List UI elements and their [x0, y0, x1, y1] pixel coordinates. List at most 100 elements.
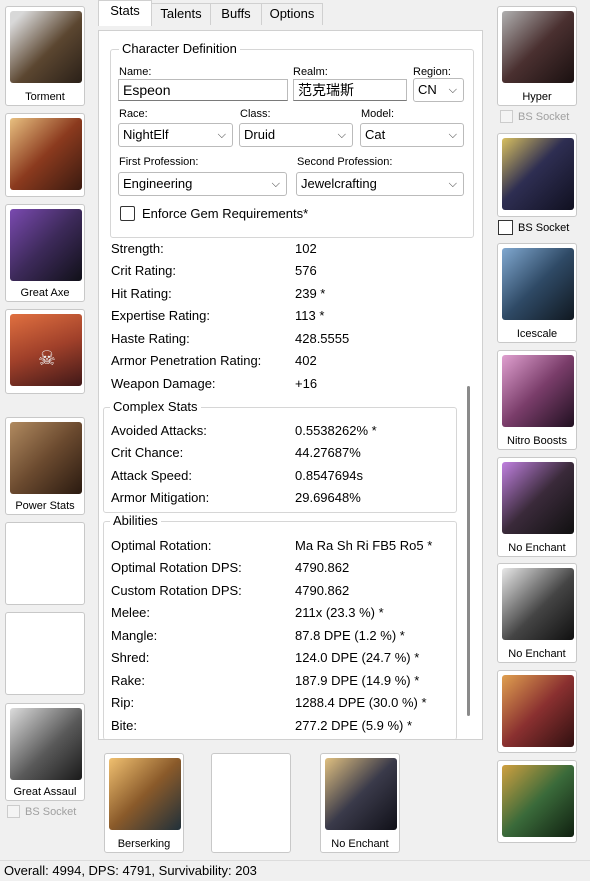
enforce-gem-label: Enforce Gem Requirements*: [142, 206, 309, 221]
checkbox[interactable]: [7, 805, 20, 818]
equip-slot-trinket-1[interactable]: [497, 670, 577, 753]
ability-name: Melee:: [111, 605, 151, 620]
stat-value: 113 *: [295, 308, 325, 323]
tab-stats[interactable]: Stats: [98, 0, 152, 26]
stat-value: 0.5538262% *: [295, 423, 377, 438]
slot-caption: Icescale: [516, 328, 558, 340]
model-value: Cat: [365, 127, 386, 142]
stat-value: 44.27687%: [295, 445, 361, 460]
group-title: Character Definition: [119, 41, 240, 56]
relic-icon: [325, 758, 397, 830]
name-input[interactable]: Espeon: [118, 79, 288, 101]
tab-talents[interactable]: Talents: [151, 3, 211, 25]
equip-slot-empty-1[interactable]: [5, 522, 85, 605]
weapon-icon: [109, 758, 181, 830]
ability-name: Custom Rotation DPS:: [111, 583, 242, 598]
tab-options[interactable]: Options: [261, 3, 323, 25]
race-value: NightElf: [123, 127, 169, 142]
equip-slot-weapon[interactable]: Great Axe: [5, 204, 85, 302]
equip-slot-finger-2[interactable]: No Enchant: [497, 563, 577, 663]
character-definition-group: Character Definition Name: Espeon Realm:…: [110, 41, 474, 238]
equip-slot-legs[interactable]: Icescale: [497, 243, 577, 343]
chevron-down-icon: ⌵: [448, 178, 457, 190]
equip-slot-offhand[interactable]: [211, 753, 291, 853]
slot-caption: Torment: [25, 91, 65, 103]
belt-icon: [502, 138, 574, 210]
group-title: Abilities: [110, 513, 161, 528]
stat-name: Avoided Attacks:: [111, 423, 207, 438]
model-select[interactable]: Cat ⌵: [360, 123, 464, 147]
ability-name: Optimal Rotation DPS:: [111, 560, 242, 575]
chevron-down-icon: ⌵: [337, 129, 346, 141]
stat-value: 239 *: [295, 286, 326, 301]
vertical-scrollbar-thumb[interactable]: [467, 386, 470, 716]
chevron-down-icon: ⌵: [271, 178, 280, 190]
equip-slot-trinket-2[interactable]: [497, 760, 577, 843]
bracer-icon: [10, 708, 82, 780]
slot-caption: No Enchant: [508, 542, 566, 554]
realm-label: Realm:: [293, 66, 328, 78]
region-select[interactable]: CN ⌵: [413, 78, 464, 102]
class-label: Class:: [240, 108, 271, 120]
equip-slot-wrist[interactable]: Great Assaul: [5, 703, 85, 801]
bs-socket-checkbox-waist[interactable]: BS Socket: [498, 220, 569, 235]
stat-name: Armor Mitigation:: [111, 490, 210, 505]
complex-stats-group: Complex Stats Avoided Attacks: 0.5538262%…: [103, 399, 457, 513]
stat-value: 102: [295, 241, 317, 256]
class-select[interactable]: Druid ⌵: [239, 123, 353, 147]
stats-scroll-area[interactable]: Strength: 102 Crit Rating: 576 Hit Rating:…: [99, 241, 482, 739]
stat-name: Hit Rating:: [111, 286, 172, 301]
stat-value: 29.69648%: [295, 490, 361, 505]
bs-socket-label: BS Socket: [518, 221, 570, 234]
equip-slot-hands[interactable]: Hyper: [497, 6, 577, 106]
region-label: Region:: [413, 66, 451, 78]
equip-slot-empty-2[interactable]: [5, 612, 85, 695]
slot-caption: Hyper: [522, 91, 552, 103]
equip-slot-shoulders[interactable]: [5, 113, 85, 197]
axe-icon: [10, 209, 82, 281]
stats-panel: Character Definition Name: Espeon Realm:…: [98, 30, 483, 740]
slot-caption: No Enchant: [508, 648, 566, 660]
enforce-gem-requirements-checkbox[interactable]: Enforce Gem Requirements*: [120, 206, 308, 221]
skull-cloak-icon: ☠: [10, 314, 82, 386]
equip-slot-chest[interactable]: Power Stats: [5, 417, 85, 515]
basic-stats-list: Strength: 102 Crit Rating: 576 Hit Rating:…: [99, 241, 469, 401]
tab-buffs[interactable]: Buffs: [210, 3, 262, 25]
checkbox[interactable]: [500, 110, 513, 123]
class-value: Druid: [244, 127, 276, 142]
status-bar: Overall: 4994, DPS: 4791, Survivability:…: [0, 860, 590, 880]
equip-slot-feet[interactable]: Nitro Boosts: [497, 350, 577, 450]
second-profession-select[interactable]: Jewelcrafting ⌵: [296, 172, 464, 196]
helm-icon: [10, 11, 82, 83]
equip-slot-waist[interactable]: [497, 133, 577, 217]
equip-slot-mainhand[interactable]: Berserking: [104, 753, 184, 853]
ability-name: Shred:: [111, 650, 150, 665]
first-profession-select[interactable]: Engineering ⌵: [118, 172, 287, 196]
equip-slot-relic[interactable]: No Enchant: [320, 753, 400, 853]
shoulder-icon: [10, 118, 82, 190]
ring-icon: [502, 568, 574, 640]
ring-icon: [502, 462, 574, 534]
region-value: CN: [418, 82, 437, 97]
equip-slot-back[interactable]: ☠: [5, 309, 85, 394]
first-profession-value: Engineering: [123, 176, 193, 191]
stat-value: 428.5555: [295, 331, 350, 346]
first-profession-label: First Profession:: [119, 156, 199, 168]
stat-name: Expertise Rating:: [111, 308, 210, 323]
leggings-icon: [502, 248, 574, 320]
checkbox[interactable]: [120, 206, 135, 221]
ability-value: 1288.4 DPE (30.0 %) *: [295, 695, 427, 710]
bs-socket-checkbox-wrist[interactable]: BS Socket: [7, 805, 76, 818]
race-select[interactable]: NightElf ⌵: [118, 123, 233, 147]
bs-socket-label: BS Socket: [518, 110, 570, 123]
slot-caption: No Enchant: [331, 838, 389, 850]
equip-slot-finger-1[interactable]: No Enchant: [497, 457, 577, 557]
equip-slot-head[interactable]: Torment: [5, 6, 85, 106]
stat-name: Attack Speed:: [111, 468, 192, 483]
checkbox[interactable]: [498, 220, 513, 235]
realm-input[interactable]: 范克瑞斯: [293, 79, 407, 101]
bs-socket-checkbox-hands[interactable]: BS Socket: [500, 110, 569, 123]
stat-value: 0.8547694s: [295, 468, 363, 483]
stat-name: Haste Rating:: [111, 331, 190, 346]
ability-value: 87.8 DPE (1.2 %) *: [295, 628, 405, 643]
